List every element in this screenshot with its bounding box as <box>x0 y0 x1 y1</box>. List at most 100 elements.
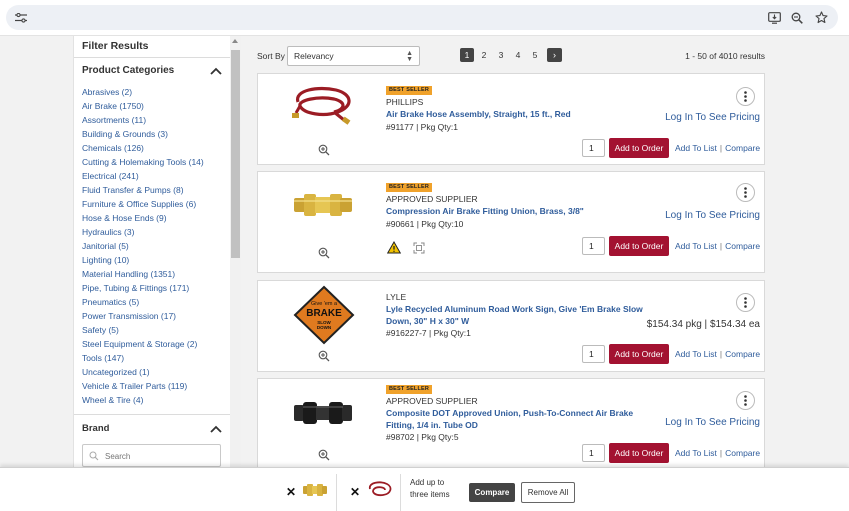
add-to-order-button[interactable]: Add to Order <box>609 443 669 463</box>
quantity-input[interactable]: 1 <box>582 237 605 255</box>
category-filter-link[interactable]: Furniture & Office Supplies (6) <box>82 197 204 211</box>
scroll-up-arrow-icon[interactable] <box>232 39 238 43</box>
more-options-button[interactable] <box>736 391 755 410</box>
category-filter-link[interactable]: Janitorial (5) <box>82 239 204 253</box>
address-bar[interactable] <box>6 5 838 30</box>
product-image-hose[interactable] <box>288 82 358 134</box>
add-to-order-button[interactable]: Add to Order <box>609 236 669 256</box>
category-filter-link[interactable]: Cutting & Holemaking Tools (14) <box>82 155 204 169</box>
add-to-list-link[interactable]: Add To List <box>675 241 717 251</box>
scrollbar-thumb[interactable] <box>231 50 240 258</box>
page-1[interactable]: 1 <box>460 48 474 62</box>
chevron-up-icon[interactable] <box>209 65 223 77</box>
compare-link[interactable]: Compare <box>725 448 760 458</box>
zoom-in-icon[interactable] <box>318 449 330 461</box>
remove-all-button[interactable]: Remove All <box>521 482 575 503</box>
category-filter-link[interactable]: Material Handling (1351) <box>82 267 204 281</box>
compare-link[interactable]: Compare <box>725 241 760 251</box>
add-to-list-link[interactable]: Add To List <box>675 143 717 153</box>
add-to-order-button[interactable]: Add to Order <box>609 344 669 364</box>
product-image-push-connect-union[interactable] <box>288 387 358 439</box>
best-seller-badge: BEST SELLER <box>386 86 433 95</box>
remove-compare-item-icon[interactable]: ✕ <box>350 485 360 499</box>
page-3[interactable]: 3 <box>494 48 508 62</box>
brand-search-box[interactable] <box>82 444 221 467</box>
add-to-list-link[interactable]: Add To List <box>675 448 717 458</box>
divider <box>74 57 230 58</box>
sort-select[interactable]: Relevancy ▲ ▼ <box>287 46 420 66</box>
quantity-input[interactable]: 1 <box>582 345 605 363</box>
zoom-in-icon[interactable] <box>318 144 330 156</box>
filter-scrollbar[interactable] <box>230 36 241 467</box>
zoom-icon[interactable] <box>786 5 808 30</box>
page-2[interactable]: 2 <box>477 48 491 62</box>
category-list: Abrasives (2) Air Brake (1750) Assortments… <box>82 85 204 407</box>
product-name-link[interactable]: Lyle Recycled Aluminum Road Work Sign, G… <box>386 303 648 327</box>
category-filter-link[interactable]: Lighting (10) <box>82 253 204 267</box>
link-separator: | <box>719 349 723 359</box>
divider <box>74 414 230 415</box>
add-to-order-button[interactable]: Add to Order <box>609 138 669 158</box>
category-filter-link[interactable]: Safety (5) <box>82 323 204 337</box>
category-filter-link[interactable]: Hydraulics (3) <box>82 225 204 239</box>
category-filter-link[interactable]: Chemicals (126) <box>82 141 204 155</box>
chevron-up-icon[interactable] <box>209 423 223 435</box>
category-filter-link[interactable]: Pneumatics (5) <box>82 295 204 309</box>
product-categories-title: Product Categories <box>82 65 175 76</box>
zoom-in-icon[interactable] <box>318 247 330 259</box>
product-name-link[interactable]: Air Brake Hose Assembly, Straight, 15 ft… <box>386 108 571 120</box>
category-filter-link[interactable]: Tools (147) <box>82 351 204 365</box>
page-5[interactable]: 5 <box>528 48 542 62</box>
category-filter-link[interactable]: Pipe, Tubing & Fittings (171) <box>82 281 204 295</box>
zoom-in-icon[interactable] <box>318 350 330 362</box>
dimensions-icon[interactable] <box>413 242 425 254</box>
product-brand: PHILLIPS <box>386 97 424 107</box>
category-filter-link[interactable]: Power Transmission (17) <box>82 309 204 323</box>
quantity-input[interactable]: 1 <box>582 139 605 157</box>
sort-bar: Sort By Relevancy ▲ ▼ 1 2 3 4 5 › 1 - 50 … <box>249 36 769 74</box>
login-to-see-pricing-link[interactable]: Log In To See Pricing <box>665 112 760 123</box>
product-card: BEST SELLER APPROVED SUPPLIER Compressio… <box>257 171 765 273</box>
category-filter-link[interactable]: Vehicle & Trailer Parts (119) <box>82 379 204 393</box>
more-options-button[interactable] <box>736 87 755 106</box>
compare-button[interactable]: Compare <box>469 483 515 502</box>
category-filter-link[interactable]: Electrical (241) <box>82 169 204 183</box>
site-settings-icon[interactable] <box>10 5 32 30</box>
login-to-see-pricing-link[interactable]: Log In To See Pricing <box>665 210 760 221</box>
page-4[interactable]: 4 <box>511 48 525 62</box>
bookmark-star-icon[interactable] <box>810 5 832 30</box>
product-name-link[interactable]: Composite DOT Approved Union, Push-To-Co… <box>386 407 648 431</box>
search-icon <box>89 451 99 461</box>
more-options-button[interactable] <box>736 183 755 202</box>
category-filter-link[interactable]: Wheel & Tire (4) <box>82 393 204 407</box>
category-filter-link[interactable]: Steel Equipment & Storage (2) <box>82 337 204 351</box>
login-to-see-pricing-link[interactable]: Log In To See Pricing <box>665 417 760 428</box>
next-page-button[interactable]: › <box>547 48 562 62</box>
warning-icon[interactable] <box>387 241 401 254</box>
product-name-link[interactable]: Compression Air Brake Fitting Union, Bra… <box>386 205 584 217</box>
install-app-icon[interactable] <box>763 5 785 30</box>
product-image-brass-union[interactable] <box>288 180 358 232</box>
quantity-input[interactable]: 1 <box>582 444 605 462</box>
category-filter-link[interactable]: Fluid Transfer & Pumps (8) <box>82 183 204 197</box>
brand-search-input[interactable] <box>105 449 215 463</box>
product-sku: #91177 | Pkg Qty:1 <box>386 122 458 132</box>
link-separator: | <box>719 241 723 251</box>
more-options-button[interactable] <box>736 293 755 312</box>
category-filter-link[interactable]: Assortments (11) <box>82 113 204 127</box>
category-filter-link[interactable]: Hose & Hose Ends (9) <box>82 211 204 225</box>
category-filter-link[interactable]: Air Brake (1750) <box>82 99 204 113</box>
category-filter-link[interactable]: Uncategorized (1) <box>82 365 204 379</box>
add-to-list-link[interactable]: Add To List <box>675 349 717 359</box>
product-brand: APPROVED SUPPLIER <box>386 194 478 204</box>
card-links: Add To List | Compare <box>675 349 760 359</box>
brand-filter-title: Brand <box>82 423 110 434</box>
select-caret-icon: ▲ ▼ <box>406 50 413 63</box>
compare-link[interactable]: Compare <box>725 143 760 153</box>
category-filter-link[interactable]: Building & Grounds (3) <box>82 127 204 141</box>
remove-compare-item-icon[interactable]: ✕ <box>286 485 296 499</box>
sign-text-line: BRAKE <box>306 308 342 319</box>
compare-link[interactable]: Compare <box>725 349 760 359</box>
product-image-road-sign[interactable]: Give 'em a BRAKE SLOW DOWN <box>293 285 355 345</box>
category-filter-link[interactable]: Abrasives (2) <box>82 85 204 99</box>
